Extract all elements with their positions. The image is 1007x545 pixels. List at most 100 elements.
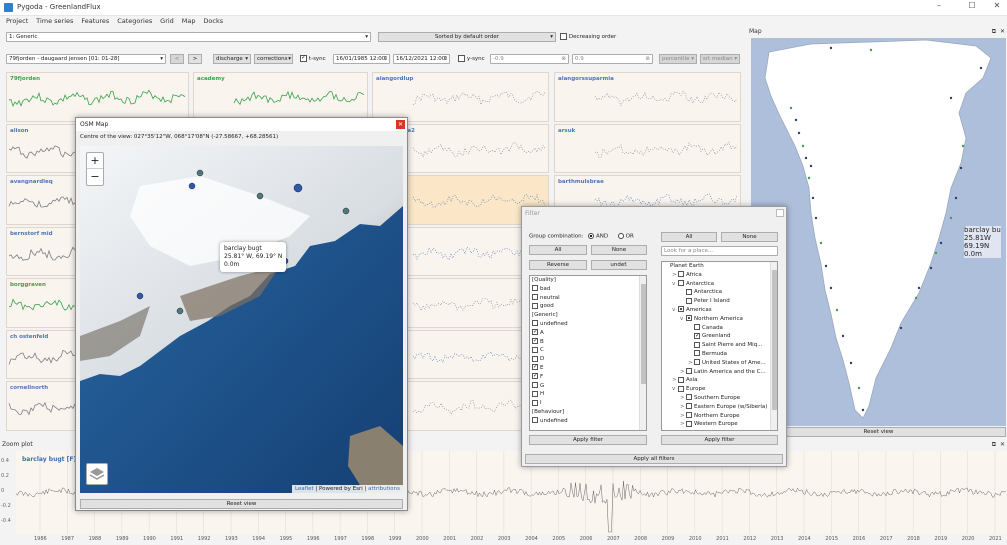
- category-checkbox[interactable]: [532, 363, 538, 372]
- category-checkbox[interactable]: [532, 285, 538, 292]
- category-list-scrollbar[interactable]: [639, 276, 646, 430]
- menu-docks[interactable]: Docks: [203, 16, 223, 27]
- station-marker[interactable]: [934, 251, 938, 255]
- osm-reset-view-button[interactable]: Reset view: [80, 499, 403, 509]
- tsync-checkbox[interactable]: t-sync: [300, 54, 326, 62]
- station-marker[interactable]: [949, 216, 953, 220]
- menu-map[interactable]: Map: [182, 16, 196, 27]
- menu-time-series[interactable]: Time series: [36, 16, 73, 27]
- category-list-item[interactable]: undefined: [530, 320, 646, 329]
- group-select[interactable]: 1: Generic ▾: [6, 32, 371, 42]
- category-checkbox[interactable]: [532, 346, 538, 353]
- station-marker[interactable]: [256, 192, 264, 200]
- menu-features[interactable]: Features: [81, 16, 109, 27]
- sort-select[interactable]: Sorted by default order ▾: [378, 32, 556, 42]
- prev-station-button[interactable]: <: [170, 54, 184, 64]
- category-checkbox[interactable]: [532, 328, 538, 337]
- menu-project[interactable]: Project: [6, 16, 28, 27]
- place-checkbox[interactable]: [678, 306, 684, 313]
- or-radio[interactable]: [617, 233, 624, 239]
- ymax-field[interactable]: 0.9 ⊗: [572, 54, 653, 64]
- place-checkbox[interactable]: [678, 376, 684, 383]
- minimize-button[interactable]: –: [930, 1, 948, 13]
- filter-none-button[interactable]: None: [591, 245, 647, 255]
- category-list-item[interactable]: G: [530, 382, 646, 391]
- place-search-input[interactable]: Look for a place...: [661, 246, 778, 256]
- station-marker[interactable]: [809, 164, 813, 168]
- ymin-field[interactable]: -0.9 ⊗: [490, 54, 569, 64]
- float-icon[interactable]: ⧉: [992, 440, 996, 450]
- station-marker[interactable]: [794, 118, 798, 122]
- place-checkbox[interactable]: [678, 271, 684, 278]
- place-checkbox[interactable]: [686, 288, 692, 295]
- place-checkbox[interactable]: [694, 359, 700, 366]
- station-marker[interactable]: [176, 307, 184, 315]
- zoom-out-button[interactable]: −: [87, 169, 103, 185]
- station-marker[interactable]: [849, 361, 853, 365]
- station-marker[interactable]: [949, 96, 953, 100]
- decreasing-order-checkbox[interactable]: Decreasing order: [560, 33, 616, 40]
- map-reset-view-button[interactable]: Reset view: [751, 427, 1006, 437]
- menu-categories[interactable]: Categories: [117, 16, 152, 27]
- category-checkbox[interactable]: [532, 355, 538, 362]
- place-tree-item[interactable]: Peter I Island: [662, 297, 777, 306]
- time-series-panel[interactable]: alangorssuparmia: [554, 72, 741, 122]
- category-list-item[interactable]: H: [530, 390, 646, 399]
- category-list-item[interactable]: E: [530, 363, 646, 373]
- place-tree-item[interactable]: v Antarctica: [662, 280, 777, 289]
- category-list-item[interactable]: [Quality]: [530, 276, 646, 285]
- place-tree-item[interactable]: Antarctica: [662, 288, 777, 297]
- maximize-button[interactable]: ☐: [963, 1, 981, 13]
- place-checkbox[interactable]: [686, 420, 692, 427]
- zoom-in-button[interactable]: +: [87, 153, 103, 169]
- date-from-field[interactable]: 16/01/1985 12:00 ⇕: [333, 54, 390, 64]
- and-radio[interactable]: [588, 233, 595, 239]
- station-marker[interactable]: [829, 46, 833, 50]
- category-list-item[interactable]: [Behaviour]: [530, 408, 646, 417]
- osm-map-view[interactable]: + − barclay bugt 25.81° W, 69.19° N 0.0m…: [80, 146, 403, 493]
- category-checkbox[interactable]: [532, 399, 538, 406]
- decreasing-order-box[interactable]: [560, 33, 567, 40]
- place-tree-item[interactable]: > Asia: [662, 376, 777, 385]
- station-marker[interactable]: [293, 183, 303, 193]
- place-checkbox[interactable]: [686, 297, 692, 304]
- station-marker[interactable]: [814, 216, 818, 220]
- percentile-select[interactable]: percentile ▾: [659, 54, 697, 64]
- station-marker[interactable]: [954, 196, 958, 200]
- station-marker[interactable]: [979, 66, 983, 70]
- place-checkbox[interactable]: [686, 403, 692, 410]
- time-series-panel[interactable]: arsuk: [554, 123, 741, 173]
- category-list-item[interactable]: neutral: [530, 294, 646, 303]
- close-icon[interactable]: [776, 209, 784, 217]
- filter-reverse-button[interactable]: Reverse: [529, 260, 587, 270]
- station-marker[interactable]: [819, 241, 823, 245]
- station-marker[interactable]: [811, 196, 815, 200]
- station-marker[interactable]: [939, 241, 943, 245]
- category-checkbox[interactable]: [532, 337, 538, 346]
- category-checkbox[interactable]: [532, 320, 538, 327]
- place-tree-item[interactable]: > Western Europe: [662, 420, 777, 429]
- filter-undef-button[interactable]: undef.: [591, 260, 647, 270]
- time-series-panel[interactable]: academy: [193, 72, 368, 122]
- place-checkbox[interactable]: [678, 385, 684, 392]
- place-tree-item[interactable]: > Northern Europe: [662, 412, 777, 421]
- place-tree-item[interactable]: Planet Earth: [662, 262, 777, 271]
- attributions-link[interactable]: attributions: [368, 486, 400, 492]
- category-checkbox[interactable]: [532, 372, 538, 381]
- layers-icon[interactable]: [86, 463, 108, 485]
- station-marker[interactable]: [136, 292, 144, 300]
- category-list[interactable]: [Quality] bad neutral good [Generic] undefine…: [529, 275, 647, 431]
- place-tree[interactable]: Planet Earth > Africa v Antarctica Antarctica…: [661, 261, 778, 431]
- category-list-item[interactable]: [Generic]: [530, 311, 646, 320]
- leaflet-link[interactable]: Leaflet: [295, 486, 314, 492]
- place-none-button[interactable]: None: [721, 232, 778, 242]
- station-marker[interactable]: [857, 386, 861, 390]
- scrollbar-thumb[interactable]: [641, 284, 646, 384]
- place-checkbox[interactable]: [694, 350, 700, 357]
- tsync-box[interactable]: [300, 54, 307, 62]
- scrollbar-thumb[interactable]: [772, 270, 777, 410]
- category-list-item[interactable]: B: [530, 337, 646, 347]
- close-window-button[interactable]: ✕: [988, 1, 1006, 13]
- corrections-select[interactable]: corrections ▾: [254, 54, 293, 64]
- category-list-item[interactable]: F: [530, 372, 646, 382]
